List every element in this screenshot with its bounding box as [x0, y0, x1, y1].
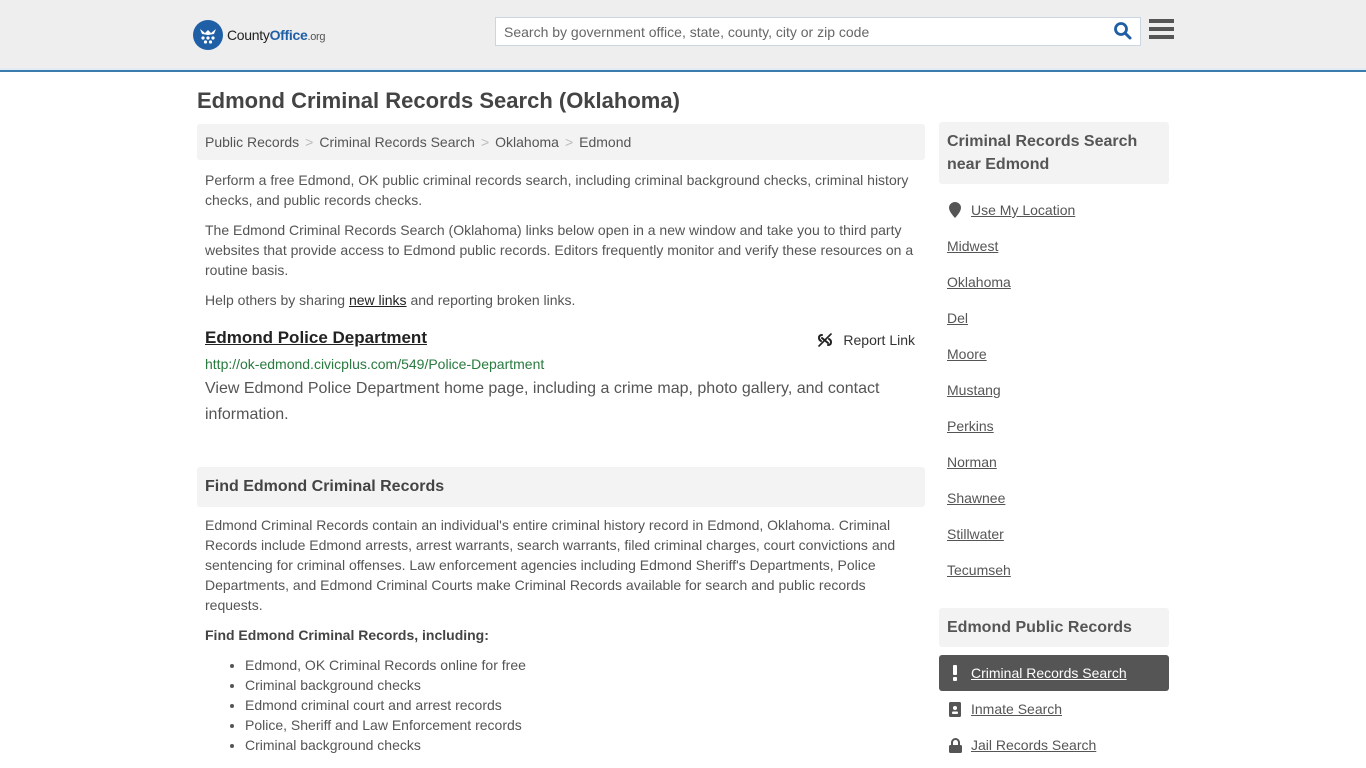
sidebar-nearby: Criminal Records Search near Edmond Use …	[939, 122, 1169, 588]
breadcrumb-edmond[interactable]: Edmond	[579, 134, 631, 150]
sidebar-public-records: Edmond Public Records Criminal Records S…	[939, 608, 1169, 763]
nearby-link-midwest[interactable]: Midwest	[947, 238, 998, 254]
intro-paragraph: Perform a free Edmond, OK public crimina…	[205, 172, 909, 208]
breadcrumb: Public Records > Criminal Records Search > O…	[197, 124, 925, 160]
breadcrumb-separator: >	[305, 134, 314, 150]
report-link-button[interactable]: Report Link	[817, 332, 915, 348]
intro-paragraph: The Edmond Criminal Records Search (Okla…	[205, 222, 914, 278]
page-title: Edmond Criminal Records Search (Oklahoma…	[197, 88, 680, 113]
eagle-stars-icon	[193, 20, 223, 50]
list-item: Edmond, OK Criminal Records online for f…	[245, 655, 526, 675]
public-records-item-inmate[interactable]: Inmate Search	[939, 691, 1169, 727]
nearby-item: Shawnee	[939, 480, 1169, 516]
list-item: Police, Sheriff and Law Enforcement reco…	[245, 715, 526, 735]
find-records-body: Edmond Criminal Records contain an indiv…	[205, 517, 896, 613]
breadcrumb-separator: >	[564, 134, 574, 150]
nearby-link-stillwater[interactable]: Stillwater	[947, 526, 1004, 542]
inmate-search-link[interactable]: Inmate Search	[971, 701, 1062, 717]
nearby-item: Stillwater	[939, 516, 1169, 552]
logo-name: County	[227, 27, 270, 43]
intro-section: Perform a free Edmond, OK public crimina…	[205, 170, 920, 320]
nearby-link-shawnee[interactable]: Shawnee	[947, 490, 1005, 506]
jail-records-search-link[interactable]: Jail Records Search	[971, 737, 1096, 753]
menu-button[interactable]	[1149, 19, 1175, 43]
search-button[interactable]	[1112, 21, 1134, 43]
nearby-link-mustang[interactable]: Mustang	[947, 382, 1001, 398]
resource-description: View Edmond Police Department home page,…	[205, 380, 880, 423]
public-records-list: Criminal Records Search Inmate Search Ja…	[939, 655, 1169, 763]
nearby-item: Mustang	[939, 372, 1169, 408]
breadcrumb-public-records[interactable]: Public Records	[205, 134, 299, 150]
id-badge-icon	[947, 701, 963, 717]
nearby-link-tecumseh[interactable]: Tecumseh	[947, 562, 1011, 578]
public-records-item-jail[interactable]: Jail Records Search	[939, 727, 1169, 763]
nearby-item: Del	[939, 300, 1169, 336]
search-bar	[495, 17, 1141, 46]
list-item: Criminal background checks	[245, 675, 526, 695]
find-records-list: Edmond, OK Criminal Records online for f…	[245, 655, 526, 755]
use-my-location-link[interactable]: Use My Location	[971, 202, 1075, 218]
map-marker-icon	[947, 202, 963, 218]
site-header: CountyOffice.org	[0, 0, 1366, 72]
search-input[interactable]	[496, 18, 1096, 45]
logo-tld: .org	[307, 31, 326, 43]
report-link-label: Report Link	[843, 332, 915, 348]
new-links-link[interactable]: new links	[349, 292, 407, 308]
use-location-item: Use My Location	[939, 192, 1169, 228]
hamburger-icon-bar	[1149, 35, 1174, 39]
broken-link-icon	[818, 333, 833, 347]
resource-item: Edmond Police Department Report Link htt…	[205, 328, 917, 428]
nearby-item: Moore	[939, 336, 1169, 372]
nearby-link-perkins[interactable]: Perkins	[947, 418, 994, 434]
help-text-before: Help others by sharing	[205, 292, 349, 308]
nearby-link-norman[interactable]: Norman	[947, 454, 997, 470]
exclamation-icon	[947, 665, 963, 681]
nearby-item: Perkins	[939, 408, 1169, 444]
logo-text: CountyOffice.org	[227, 27, 326, 43]
find-records-subheading: Find Edmond Criminal Records, including:	[205, 627, 489, 643]
criminal-records-search-link[interactable]: Criminal Records Search	[971, 665, 1127, 681]
nearby-link-oklahoma[interactable]: Oklahoma	[947, 274, 1011, 290]
breadcrumb-separator: >	[480, 134, 490, 150]
breadcrumb-criminal-records-search[interactable]: Criminal Records Search	[319, 134, 475, 150]
nearby-list: Use My Location Midwest Oklahoma Del Moo…	[939, 192, 1169, 588]
nearby-link-del[interactable]: Del	[947, 310, 968, 326]
public-records-item-criminal[interactable]: Criminal Records Search	[939, 655, 1169, 691]
search-icon	[1114, 22, 1132, 40]
sidebar-public-records-heading: Edmond Public Records	[939, 608, 1169, 647]
list-item: Edmond criminal court and arrest records	[245, 695, 526, 715]
resource-title-link[interactable]: Edmond Police Department	[205, 328, 427, 347]
help-text: Help others by sharing new links and rep…	[205, 290, 920, 310]
help-text-after: and reporting broken links.	[406, 292, 576, 308]
lock-icon	[947, 737, 963, 753]
sidebar-nearby-heading: Criminal Records Search near Edmond	[939, 122, 1169, 184]
list-item: Criminal background checks	[245, 735, 526, 755]
hamburger-icon-bar	[1149, 27, 1174, 31]
nearby-item: Oklahoma	[939, 264, 1169, 300]
logo-name-accent: Office	[269, 27, 308, 43]
hamburger-icon-bar	[1149, 19, 1174, 23]
resource-url[interactable]: http://ok-edmond.civicplus.com/549/Polic…	[205, 356, 917, 372]
logo-link[interactable]: CountyOffice.org	[193, 20, 326, 50]
nearby-item: Midwest	[939, 228, 1169, 264]
find-records-heading: Find Edmond Criminal Records	[197, 467, 925, 507]
nearby-link-moore[interactable]: Moore	[947, 346, 987, 362]
breadcrumb-oklahoma[interactable]: Oklahoma	[495, 134, 559, 150]
nearby-item: Tecumseh	[939, 552, 1169, 588]
nearby-item: Norman	[939, 444, 1169, 480]
